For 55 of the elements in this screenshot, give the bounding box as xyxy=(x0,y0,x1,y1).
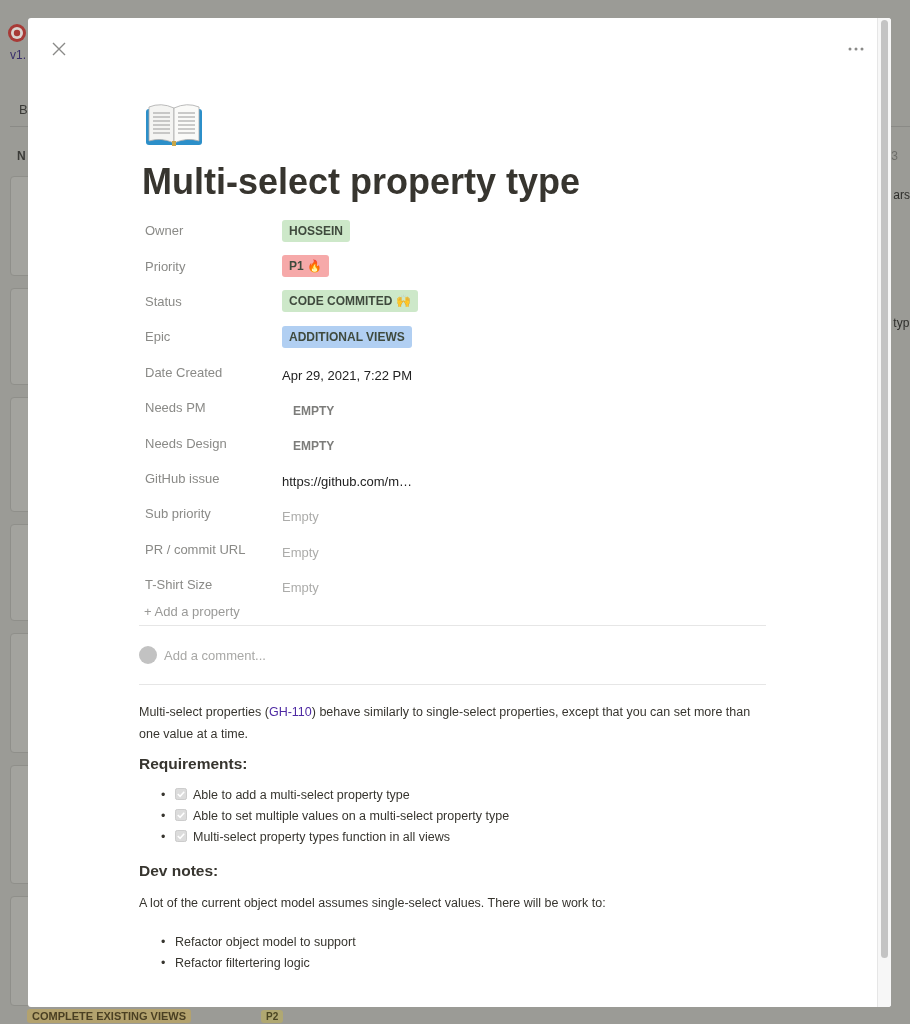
card-title: ars xyxy=(893,188,910,202)
checklist-item: Able to set multiple values on a multi-select property type xyxy=(193,809,510,824)
property-tag[interactable]: CODE COMMITED 🙌 xyxy=(282,290,418,313)
bullet: • xyxy=(161,808,167,826)
checkbox[interactable] xyxy=(175,809,187,822)
property-tag[interactable]: P1 🔥 xyxy=(282,255,329,278)
view-tab[interactable]: B xyxy=(19,102,28,122)
property-value[interactable]: Empty xyxy=(282,544,319,560)
description-paragraph: Multi-select properties (GH-110) behave similarly to single-select properties, except that you can set more than one value at a time. xyxy=(139,704,752,744)
property-name[interactable]: T-Shirt Size xyxy=(139,577,282,593)
property-name[interactable]: Epic xyxy=(139,329,282,345)
epic-tag: COMPLETE EXISTING VIEWS xyxy=(27,1009,192,1023)
checkbox[interactable] xyxy=(175,788,187,801)
bullet-item: Refactor filtertering logic xyxy=(175,956,310,971)
bullet-item: Refactor object model to support xyxy=(175,935,356,950)
property-name[interactable]: Date Created xyxy=(139,364,282,380)
checklist-item: Multi-select property types function in all views xyxy=(193,830,451,845)
book-icon[interactable] xyxy=(145,101,203,147)
property-value[interactable]: https://github.com/m… xyxy=(282,473,413,489)
property-value[interactable]: Apr 29, 2021, 7:22 PM xyxy=(282,367,413,383)
property-name[interactable]: Owner xyxy=(139,223,282,239)
property-name[interactable]: GitHub issue xyxy=(139,470,282,486)
property-tag[interactable]: ADDITIONAL VIEWS xyxy=(282,325,412,348)
add-property-button[interactable]: + Add a property xyxy=(144,604,240,626)
property-name[interactable]: PR / commit URL xyxy=(139,541,282,557)
checklist-item: Able to add a multi-select property type xyxy=(193,788,410,803)
bullet: • xyxy=(161,955,167,973)
version-text: v1. xyxy=(10,48,26,64)
property-value[interactable]: Empty xyxy=(282,580,319,596)
avatar-icon xyxy=(139,646,157,665)
priority-tag: P2 xyxy=(261,1010,284,1023)
property-value[interactable]: EMPTY xyxy=(282,439,335,454)
property-tag[interactable]: HOSSEIN xyxy=(282,219,350,242)
bullet: • xyxy=(161,829,167,847)
issue-link[interactable]: GH-110 xyxy=(268,705,312,720)
card-title: typ xyxy=(893,316,910,330)
property-name[interactable]: Needs PM xyxy=(139,400,282,416)
target-icon xyxy=(8,24,26,42)
close-icon[interactable] xyxy=(52,42,66,56)
card-title[interactable]: Multi-select property type xyxy=(142,161,766,203)
more-icon[interactable] xyxy=(848,47,864,51)
description-paragraph: A lot of the current object model assumes single-select values. There will be work to: xyxy=(139,895,607,913)
property-value[interactable]: EMPTY xyxy=(282,403,335,418)
checkbox[interactable] xyxy=(175,830,187,843)
scrollbar-thumb[interactable] xyxy=(881,20,888,958)
section-heading: Requirements: xyxy=(139,755,249,774)
bullet: • xyxy=(161,787,167,805)
property-name[interactable]: Sub priority xyxy=(139,506,282,522)
property-name[interactable]: Status xyxy=(139,293,282,309)
property-value[interactable]: Empty xyxy=(282,509,319,525)
group-label: N xyxy=(17,149,26,165)
property-name[interactable]: Needs Design xyxy=(139,435,282,451)
section-heading: Dev notes: xyxy=(139,862,220,881)
bullet: • xyxy=(161,934,167,952)
property-name[interactable]: Priority xyxy=(139,258,282,274)
